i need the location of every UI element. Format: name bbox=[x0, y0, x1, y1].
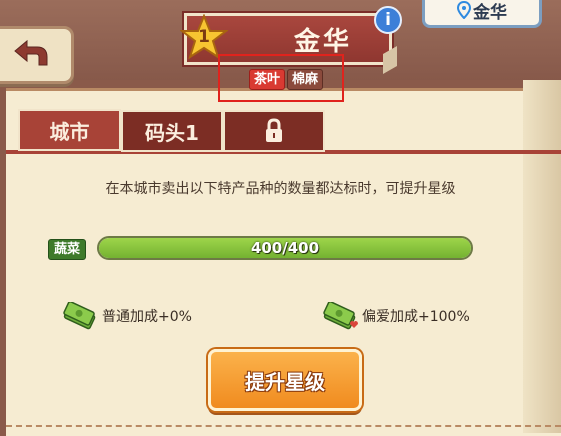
category-badge-vegetables: 蔬菜 bbox=[48, 239, 86, 260]
location-indicator[interactable]: 金华 bbox=[422, 0, 542, 28]
upgrade-description: 在本城市卖出以下特产品种的数量都达标时，可提升星级 bbox=[105, 181, 456, 197]
sales-progress-bar: 400/400 bbox=[97, 236, 473, 260]
map-pin-icon bbox=[457, 1, 471, 19]
tab-city[interactable]: 城市 bbox=[18, 109, 121, 151]
tab-city-label: 城市 bbox=[49, 119, 90, 144]
tab-dock-1[interactable]: 码头1 bbox=[121, 110, 223, 152]
specialty-tag-cotton: 棉麻 bbox=[287, 69, 324, 90]
city-name: 金华 bbox=[293, 27, 352, 57]
upgrade-star-button-label: 提升星级 bbox=[245, 369, 325, 394]
back-arrow-icon bbox=[14, 39, 48, 66]
preferred-bonus: 偏爱加成+100% bbox=[322, 302, 470, 330]
specialty-tag-tea: 茶叶 bbox=[249, 69, 286, 90]
tab-locked[interactable] bbox=[223, 110, 325, 152]
sales-progress-text: 400/400 bbox=[250, 239, 320, 257]
location-text: 金华 bbox=[473, 2, 507, 23]
panel-bottom-border bbox=[6, 425, 561, 431]
info-icon: i bbox=[385, 10, 391, 30]
normal-bonus-text: 普通加成+0% bbox=[102, 309, 192, 325]
tab-dock-1-label: 码头1 bbox=[145, 120, 199, 145]
money-icon bbox=[63, 302, 96, 330]
back-button[interactable] bbox=[0, 26, 74, 84]
star-level-number: 1 bbox=[198, 27, 210, 47]
upgrade-star-button[interactable]: 提升星级 bbox=[208, 349, 362, 411]
lock-icon bbox=[266, 118, 282, 142]
money-heart-icon bbox=[323, 302, 358, 330]
side-decoration bbox=[523, 80, 561, 433]
preferred-bonus-text: 偏爱加成+100% bbox=[362, 309, 470, 325]
normal-bonus: 普通加成+0% bbox=[62, 302, 192, 330]
info-button[interactable]: i bbox=[374, 6, 402, 34]
